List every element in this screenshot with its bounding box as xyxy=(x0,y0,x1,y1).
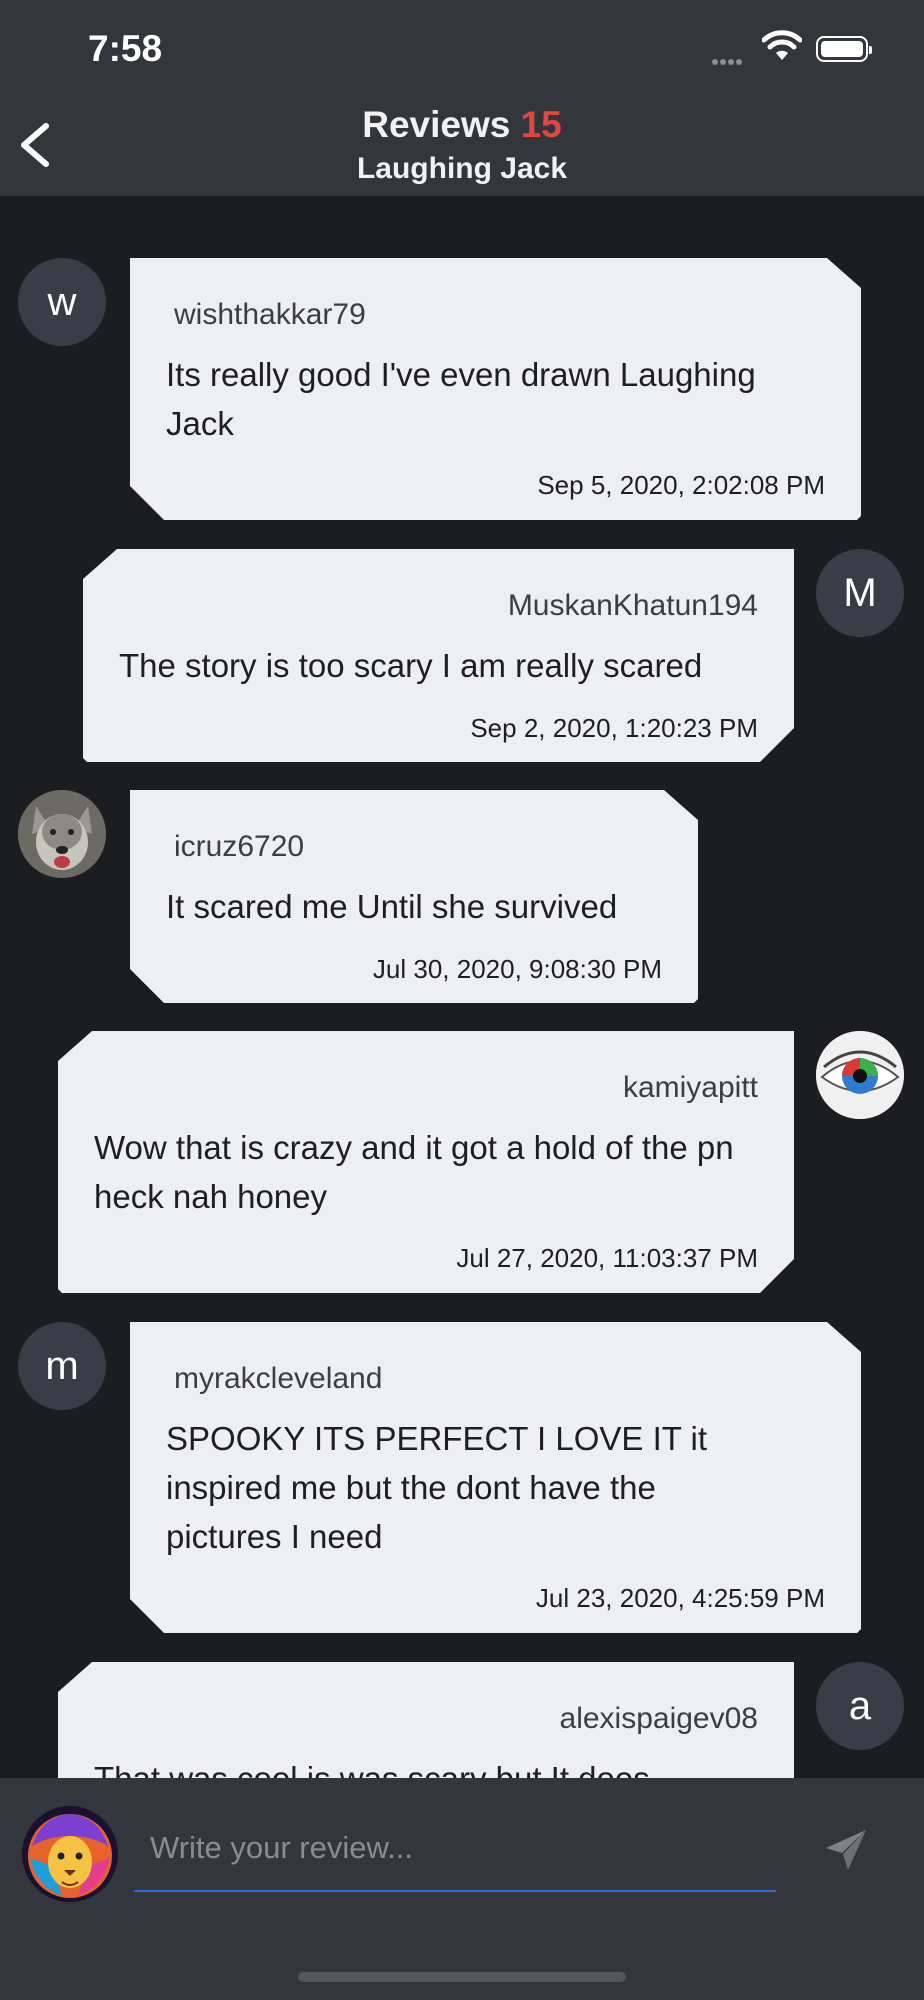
wolf-avatar-image xyxy=(18,790,106,878)
review-date: Jul 30, 2020, 9:08:30 PM xyxy=(372,954,662,984)
review-text: It scared me Until she survived xyxy=(166,888,618,925)
avatar[interactable] xyxy=(18,790,106,878)
lion-avatar-image xyxy=(22,1806,118,1902)
title-label: Reviews xyxy=(362,104,511,145)
review-bubble: myrakcleveland SPOOKY ITS PERFECT I LOVE… xyxy=(130,1322,861,1633)
review-date: Jul 23, 2020, 4:25:59 PM xyxy=(535,1583,825,1613)
reviews-feed[interactable]: w wishthakkar79 Its really good I've eve… xyxy=(0,196,924,1778)
review-bubble: MuskanKhatun194 The story is too scary I… xyxy=(83,549,794,762)
review-username: MuskanKhatun194 xyxy=(507,589,758,622)
review-date: Sep 5, 2020, 2:02:08 PM xyxy=(537,470,825,500)
review-username: myrakcleveland xyxy=(174,1362,383,1395)
review-text: SPOOKY ITS PERFECT I LOVE IT it inspired… xyxy=(166,1420,707,1555)
review-username: wishthakkar79 xyxy=(174,298,366,331)
avatar[interactable]: w xyxy=(18,258,106,346)
wifi-icon xyxy=(762,30,802,60)
my-avatar[interactable] xyxy=(22,1806,118,1902)
review-username: kamiyapitt xyxy=(622,1071,758,1104)
review-date: Sep 2, 2020, 1:20:23 PM xyxy=(470,713,758,743)
status-time: 7:58 xyxy=(88,28,163,69)
review-text: Wow that is crazy and it got a hold of t… xyxy=(94,1129,734,1215)
review-text: That was cool is was scary but It does xyxy=(94,1754,774,1778)
eye-avatar-image xyxy=(816,1031,904,1119)
review-username: icruz6720 xyxy=(174,830,305,863)
review-bubble: alexispaigev08 That was cool is was scar… xyxy=(58,1662,794,1778)
review-username: alexispaigev08 xyxy=(559,1702,758,1735)
review-input[interactable] xyxy=(134,1806,776,1892)
send-icon[interactable] xyxy=(822,1826,870,1874)
nav-header: Reviews 15 Laughing Jack xyxy=(0,90,924,196)
page-title: Reviews 15 xyxy=(0,104,924,146)
review-bubble: icruz6720 It scared me Until she survive… xyxy=(130,790,698,1003)
review-text: The story is too scary I am really scare… xyxy=(119,647,703,684)
page-subtitle: Laughing Jack xyxy=(356,152,568,185)
home-indicator xyxy=(298,1972,626,1982)
avatar[interactable]: M xyxy=(816,549,904,637)
review-bubble: kamiyapitt Wow that is crazy and it got … xyxy=(58,1031,794,1293)
avatar[interactable]: a xyxy=(816,1662,904,1750)
review-composer xyxy=(0,1778,924,2000)
review-text: Its really good I've even drawn Laughing… xyxy=(166,356,756,442)
avatar[interactable] xyxy=(816,1031,904,1119)
battery-icon xyxy=(816,36,872,62)
review-date: Jul 27, 2020, 11:03:37 PM xyxy=(456,1243,758,1273)
avatar[interactable]: m xyxy=(18,1322,106,1410)
status-bar: 7:58 xyxy=(0,0,924,90)
review-count: 15 xyxy=(520,104,562,145)
signal-icon xyxy=(712,52,744,70)
review-bubble: wishthakkar79 Its really good I've even … xyxy=(130,258,861,520)
